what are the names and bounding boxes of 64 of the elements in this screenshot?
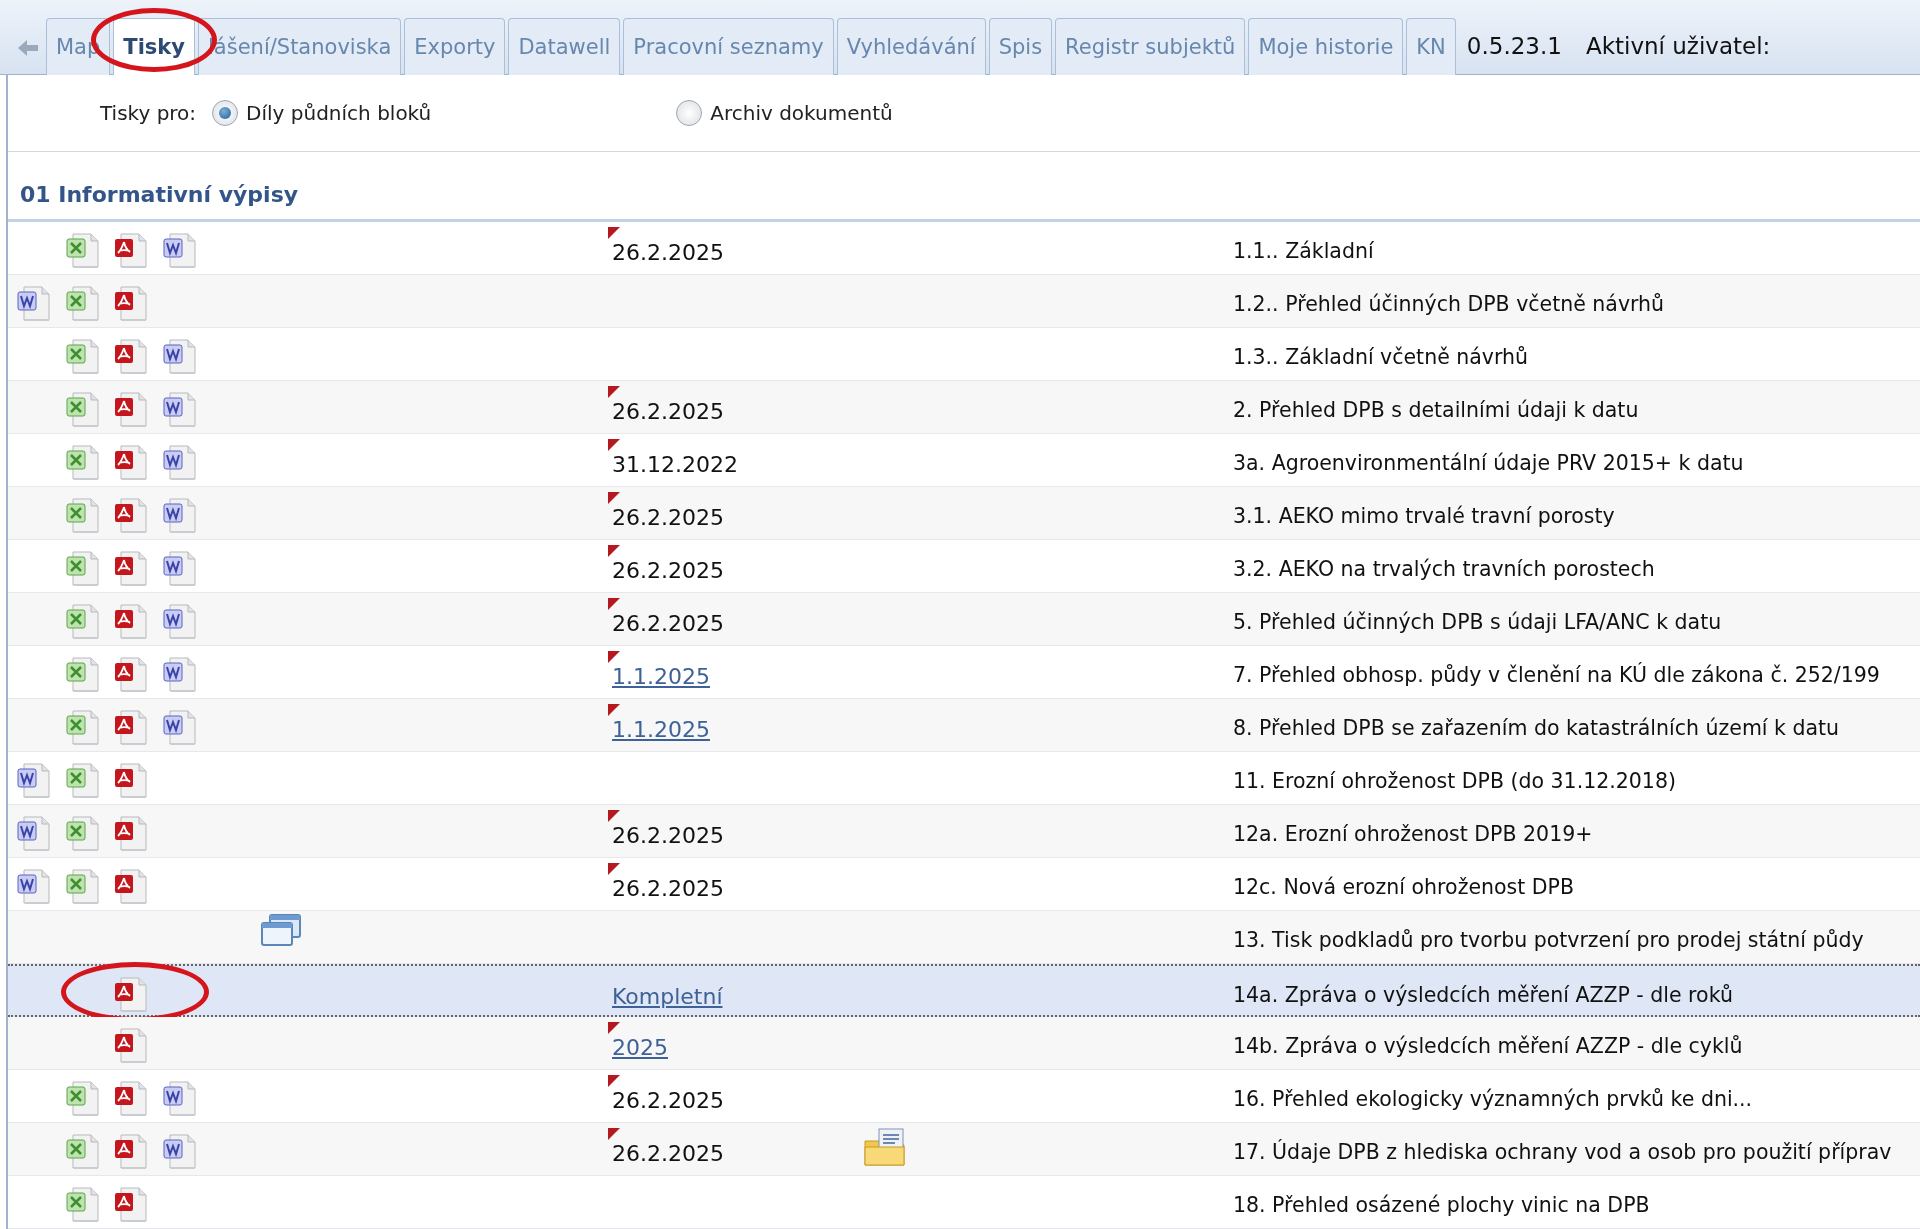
report-title: 13. Tisk podkladů pro tvorbu potvrzení pro prodej státní půdy: [1233, 926, 1864, 954]
date-link[interactable]: Kompletní: [612, 983, 723, 1009]
report-title: 7. Přehled obhosp. půdy v členění na KÚ dle zákona č. 252/199: [1233, 661, 1880, 689]
folder-icon[interactable]: [863, 1126, 907, 1167]
date-link[interactable]: 2025: [612, 1034, 668, 1060]
report-title: 18. Přehled osázené plochy vinic na DPB: [1233, 1191, 1650, 1219]
list-row[interactable]: 26.2.2025 16. Přehled ekologicky významných prvků ke dni...: [8, 1069, 1920, 1123]
date-text: 26.2.2025: [612, 1087, 724, 1113]
radio-label: Díly půdních bloků: [246, 100, 432, 128]
selected-row[interactable]: Kompletní 14a. Zpráva o výsledcích měření AZZP - dle roků: [8, 963, 1920, 1017]
report-title: 14b. Zpráva o výsledcích měření AZZP - dle cyklů: [1233, 1032, 1743, 1060]
date-link[interactable]: 1.1.2025: [612, 663, 710, 689]
report-title: 3.1. AEKO mimo trvalé travní porosty: [1233, 502, 1615, 530]
date-text: 26.2.2025: [612, 875, 724, 901]
date-text: 26.2.2025: [612, 610, 724, 636]
date-text: 26.2.2025: [612, 1140, 724, 1166]
report-title: 12c. Nová erozní ohroženost DPB: [1233, 873, 1574, 901]
date-text: 26.2.2025: [612, 822, 724, 848]
list-row[interactable]: 26.2.2025 1.1.. Základní: [8, 221, 1920, 275]
report-title: 5. Přehled účinných DPB s údaji LFA/ANC k datu: [1233, 608, 1722, 636]
date-text: 26.2.2025: [612, 398, 724, 424]
user-label: Aktivní uživatel:: [1585, 32, 1771, 61]
report-title: 2. Přehled DPB s detailními údaji k datu: [1233, 396, 1639, 424]
list-row[interactable]: 26.2.2025 5. Přehled účinných DPB s údaji LFA/ANC k datu: [8, 592, 1920, 646]
report-title: 3.2. AEKO na trvalých travních porostech: [1233, 555, 1655, 583]
list-row[interactable]: 26.2.2025 12a. Erozní ohroženost DPB 2019+: [8, 804, 1920, 858]
report-title: 1.2.. Přehled účinných DPB včetně návrhů: [1233, 290, 1665, 318]
field-label: Tisky pro:: [100, 100, 197, 128]
section-title: 01 Informativní výpisy: [20, 182, 299, 208]
tab[interactable]: Tisky: [113, 18, 195, 75]
list-row[interactable]: 26.2.2025 2. Přehled DPB s detailními údaji k datu: [8, 380, 1920, 434]
report-title: 16. Přehled ekologicky významných prvků ke dni...: [1233, 1085, 1753, 1113]
list-row[interactable]: 26.2.2025 17. Údaje DPB z hlediska ochrany vod a osob pro použití příprav: [8, 1122, 1920, 1176]
list-row[interactable]: 26.2.2025 3.2. AEKO na trvalých travních porostech: [8, 539, 1920, 593]
list-row[interactable]: 2025 14b. Zpráva o výsledcích měření AZZP - dle cyklů: [8, 1016, 1920, 1070]
list-row[interactable]: 1.1.2025 8. Přehled DPB se zařazením do katastrálních území k datu: [8, 698, 1920, 752]
radio-button[interactable]: [676, 100, 703, 127]
list-row[interactable]: 26.2.2025 3.1. AEKO mimo trvalé travní porosty: [8, 486, 1920, 540]
date-text: 26.2.2025: [612, 557, 724, 583]
report-title: 11. Erozní ohroženost DPB (do 31.12.2018): [1233, 767, 1676, 795]
report-title: 17. Údaje DPB z hlediska ochrany vod a osob pro použití příprav: [1233, 1138, 1892, 1166]
date-text: 26.2.2025: [612, 504, 724, 530]
radio-label: Archiv dokumentů: [710, 100, 893, 128]
date-link[interactable]: 1.1.2025: [612, 716, 710, 742]
list-row[interactable]: 1.2.. Přehled účinných DPB včetně návrhů: [8, 274, 1920, 328]
report-title: 8. Přehled DPB se zařazením do katastrálních území k datu: [1233, 714, 1840, 742]
list-row[interactable]: 1.3.. Základní včetně návrhů: [8, 327, 1920, 381]
back-arrow-icon: [16, 38, 40, 58]
date-text: 31.12.2022: [612, 451, 738, 477]
version-text: 0.5.23.1: [1466, 32, 1562, 61]
list-row[interactable]: 13. Tisk podkladů pro tvorbu potvrzení pro prodej státní půdy: [8, 910, 1920, 964]
list-row[interactable]: 18. Přehled osázené plochy vinic na DPB: [8, 1175, 1920, 1229]
list-row[interactable]: 1.1.2025 7. Přehled obhosp. půdy v členění na KÚ dle zákona č. 252/199: [8, 645, 1920, 699]
report-title: 1.3.. Základní včetně návrhů: [1233, 343, 1529, 371]
report-title: 12a. Erozní ohroženost DPB 2019+: [1233, 820, 1593, 848]
list-row[interactable]: 31.12.2022 3a. Agroenvironmentální údaje PRV 2015+ k datu: [8, 433, 1920, 487]
radio-button[interactable]: [212, 100, 239, 127]
report-title: 1.1.. Základní: [1233, 237, 1374, 265]
list-row[interactable]: 26.2.2025 12c. Nová erozní ohroženost DPB: [8, 857, 1920, 911]
list-row[interactable]: 11. Erozní ohroženost DPB (do 31.12.2018): [8, 751, 1920, 805]
report-title: 14a. Zpráva o výsledcích měření AZZP - dle roků: [1233, 981, 1733, 1009]
report-title: 3a. Agroenvironmentální údaje PRV 2015+ k datu: [1233, 449, 1744, 477]
date-text: 26.2.2025: [612, 239, 724, 265]
windows-icon[interactable]: [260, 912, 302, 949]
